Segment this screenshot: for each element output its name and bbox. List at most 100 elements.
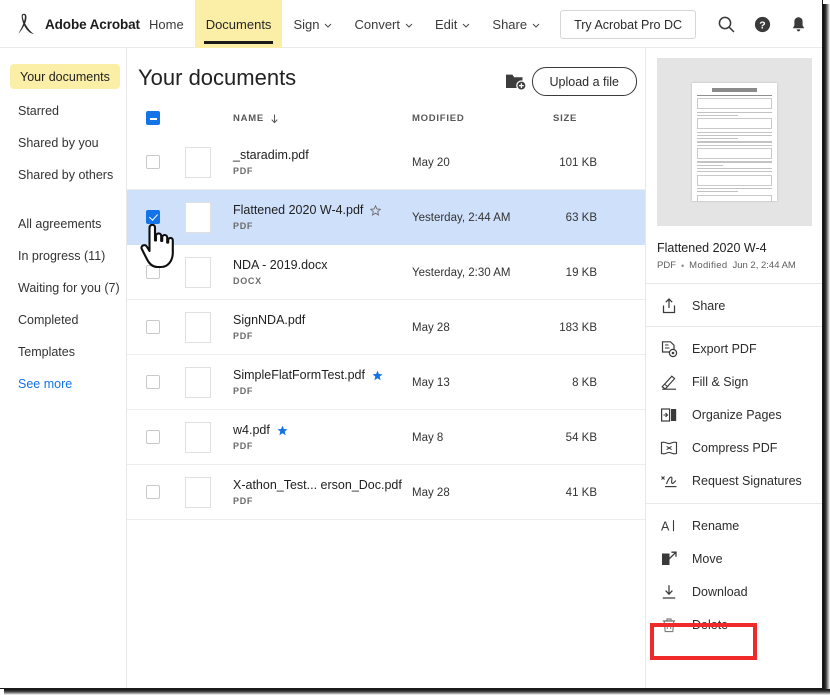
- brand[interactable]: Adobe Acrobat: [18, 13, 140, 35]
- file-name[interactable]: NDA - 2019.docx: [233, 258, 328, 272]
- column-header-name-label: NAME: [233, 113, 264, 124]
- nav-item-edit[interactable]: Edit: [424, 0, 481, 48]
- actions-group-file: A Rename Move Download Delete: [646, 509, 822, 641]
- file-name[interactable]: _staradim.pdf: [233, 148, 309, 162]
- sidebar-item-starred[interactable]: Starred: [8, 100, 118, 121]
- file-name[interactable]: SignNDA.pdf: [233, 313, 305, 327]
- action-download[interactable]: Download: [646, 575, 822, 608]
- sidebar-item-waiting-for-you[interactable]: Waiting for you (7): [8, 277, 120, 298]
- action-label: Compress PDF: [692, 440, 778, 455]
- action-label: Delete: [692, 617, 729, 632]
- action-compress-pdf[interactable]: Compress PDF: [646, 431, 822, 464]
- row-checkbox-wrap[interactable]: [146, 210, 160, 229]
- sidebar-item-label: Shared by you: [18, 135, 99, 150]
- table-row[interactable]: X-athon_Test... erson_Doc.pdf PDF May 28…: [127, 465, 645, 520]
- star-filled-icon[interactable]: [372, 370, 383, 381]
- file-name-label: _staradim.pdf: [233, 148, 309, 162]
- panel-divider: [646, 326, 822, 327]
- action-move[interactable]: Move: [646, 542, 822, 575]
- action-delete[interactable]: Delete: [646, 608, 822, 641]
- sidebar-item-see-more[interactable]: See more: [8, 373, 118, 394]
- star-outline-icon[interactable]: [370, 204, 382, 216]
- sidebar-divider-gap: [0, 196, 126, 213]
- sidebar-item-your-documents[interactable]: Your documents: [10, 64, 120, 89]
- row-checkbox-wrap[interactable]: [146, 265, 160, 284]
- sidebar-item-templates[interactable]: Templates: [8, 341, 118, 362]
- row-checkbox[interactable]: [146, 320, 160, 334]
- select-all-checkbox[interactable]: [146, 111, 160, 125]
- sidebar-item-in-progress[interactable]: In progress (11): [8, 245, 118, 266]
- help-icon[interactable]: ?: [753, 15, 772, 34]
- action-organize-pages[interactable]: Organize Pages: [646, 398, 822, 431]
- new-folder-icon[interactable]: [505, 71, 527, 91]
- action-label: Share: [692, 298, 726, 313]
- nav-item-convert[interactable]: Convert: [343, 0, 424, 48]
- file-name-label: SignNDA.pdf: [233, 313, 306, 327]
- row-checkbox[interactable]: [146, 210, 160, 224]
- search-icon[interactable]: [717, 15, 736, 34]
- main-content: Your documents Upload a file NAME MODIFI…: [127, 48, 645, 688]
- column-header-modified[interactable]: MODIFIED: [412, 113, 464, 124]
- table-row[interactable]: Flattened 2020 W-4.pdf PDF Yesterday, 2:…: [127, 190, 645, 245]
- row-checkbox-wrap[interactable]: [146, 430, 160, 449]
- star-filled-icon[interactable]: [277, 425, 288, 436]
- sidebar-item-completed[interactable]: Completed: [8, 309, 118, 330]
- export-pdf-icon: [660, 340, 678, 358]
- row-checkbox[interactable]: [146, 155, 160, 169]
- document-preview[interactable]: [657, 58, 812, 226]
- row-checkbox-wrap[interactable]: [146, 155, 160, 174]
- row-checkbox-wrap[interactable]: [146, 320, 160, 339]
- file-size: 54 KB: [565, 432, 597, 444]
- file-modified: May 20: [412, 157, 450, 169]
- try-acrobat-pro-button[interactable]: Try Acrobat Pro DC: [560, 10, 696, 39]
- file-modified: May 8: [412, 432, 444, 444]
- meta-file-type: PDF: [657, 260, 676, 271]
- action-rename[interactable]: A Rename: [646, 509, 822, 542]
- nav-icon-group: ?: [717, 0, 808, 48]
- table-row[interactable]: _staradim.pdf PDF May 20 101 KB: [127, 135, 645, 190]
- sidebar-item-shared-by-others[interactable]: Shared by others: [8, 164, 118, 185]
- nav-item-label: Convert: [354, 16, 400, 32]
- file-thumbnail-icon: [185, 257, 211, 288]
- row-checkbox[interactable]: [146, 485, 160, 499]
- row-checkbox[interactable]: [146, 265, 160, 279]
- adobe-acrobat-logo-icon: [18, 13, 36, 35]
- file-name[interactable]: SimpleFlatFormTest.pdf: [233, 368, 383, 382]
- nav-item-home[interactable]: Home: [138, 0, 195, 48]
- action-export-pdf[interactable]: Export PDF: [646, 332, 822, 365]
- document-details-panel: Flattened 2020 W-4 PDF • Modified Jun 2,…: [645, 48, 822, 688]
- table-row[interactable]: SimpleFlatFormTest.pdf PDF May 13 8 KB: [127, 355, 645, 410]
- upload-a-file-button[interactable]: Upload a file: [531, 67, 637, 96]
- nav-item-sign[interactable]: Sign: [282, 0, 343, 48]
- sidebar-item-label: Templates: [18, 344, 75, 359]
- notifications-bell-icon[interactable]: [789, 15, 808, 34]
- nav-item-documents[interactable]: Documents: [194, 0, 283, 48]
- row-checkbox[interactable]: [146, 375, 160, 389]
- column-header-name[interactable]: NAME: [233, 113, 279, 124]
- nav-item-share[interactable]: Share: [481, 0, 551, 48]
- row-checkbox-wrap[interactable]: [146, 485, 160, 504]
- table-row[interactable]: SignNDA.pdf PDF May 28 183 KB: [127, 300, 645, 355]
- page-title: Your documents: [138, 65, 297, 90]
- table-row[interactable]: NDA - 2019.docx DOCX Yesterday, 2:30 AM …: [127, 245, 645, 300]
- select-all-checkbox-wrap[interactable]: [146, 111, 160, 130]
- sidebar-item-shared-by-you[interactable]: Shared by you: [8, 132, 118, 153]
- file-name[interactable]: w4.pdf: [233, 423, 288, 437]
- action-share[interactable]: Share: [646, 289, 822, 322]
- file-name-label: w4.pdf: [233, 423, 270, 437]
- file-thumbnail-icon: [185, 422, 211, 453]
- file-name[interactable]: Flattened 2020 W-4.pdf: [233, 203, 382, 217]
- action-label: Fill & Sign: [692, 374, 749, 389]
- row-checkbox[interactable]: [146, 430, 160, 444]
- column-header-size[interactable]: SIZE: [553, 113, 577, 124]
- sidebar-item-all-agreements[interactable]: All agreements: [8, 213, 118, 234]
- action-fill-and-sign[interactable]: Fill & Sign: [646, 365, 822, 398]
- chevron-down-icon: [405, 21, 413, 29]
- row-checkbox-wrap[interactable]: [146, 375, 160, 394]
- table-row[interactable]: w4.pdf PDF May 8 54 KB: [127, 410, 645, 465]
- action-request-signatures[interactable]: Request Signatures: [646, 464, 822, 497]
- file-type: PDF: [233, 441, 254, 451]
- file-name[interactable]: X-athon_Test... erson_Doc.pdf: [233, 478, 402, 492]
- chevron-down-icon: [324, 21, 332, 29]
- file-type: PDF: [233, 221, 254, 231]
